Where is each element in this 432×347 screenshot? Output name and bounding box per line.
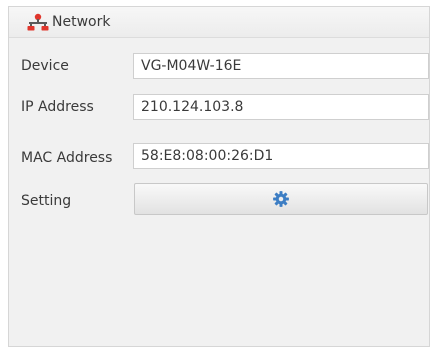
mac-address-field[interactable]	[133, 143, 429, 169]
setting-label: Setting	[21, 193, 72, 209]
device-label: Device	[21, 58, 69, 74]
gear-icon	[273, 191, 289, 207]
mac-address-label: MAC Address	[21, 150, 113, 166]
panel-header: Network	[9, 7, 429, 38]
network-panel: Network Device IP Address MAC Address Se…	[8, 6, 430, 347]
ip-address-field[interactable]	[133, 94, 429, 120]
panel-title: Network	[52, 14, 111, 30]
ip-address-label: IP Address	[21, 99, 94, 115]
network-icon	[27, 13, 49, 31]
device-field[interactable]	[133, 53, 429, 79]
setting-button[interactable]	[134, 183, 428, 215]
